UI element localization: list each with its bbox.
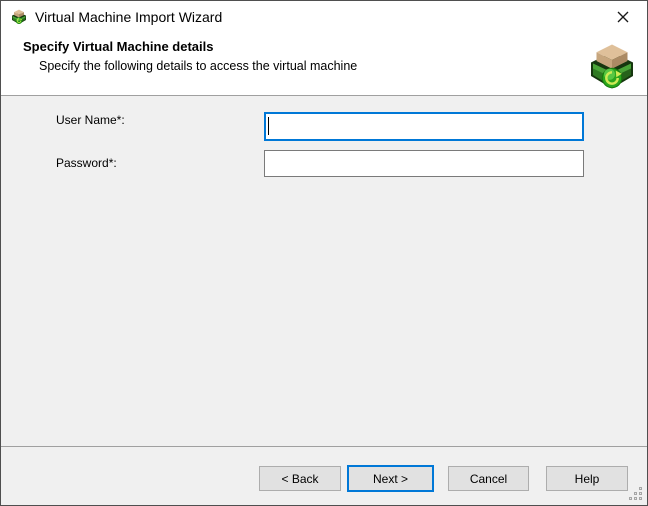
title-bar: Virtual Machine Import Wizard <box>1 1 647 32</box>
cancel-button[interactable]: Cancel <box>448 466 529 491</box>
text-caret <box>268 117 269 135</box>
next-button[interactable]: Next > <box>347 465 434 492</box>
password-input[interactable] <box>264 150 584 177</box>
page-title: Specify Virtual Machine details <box>23 39 214 54</box>
username-label: User Name*: <box>56 113 125 127</box>
back-button[interactable]: < Back <box>259 466 341 491</box>
username-input[interactable] <box>264 112 584 141</box>
help-button[interactable]: Help <box>546 466 628 491</box>
close-button[interactable] <box>600 2 646 32</box>
window-title: Virtual Machine Import Wizard <box>35 9 222 25</box>
page-subtitle: Specify the following details to access … <box>39 59 357 73</box>
wizard-content: User Name*: Password*: <box>1 96 647 446</box>
wizard-header: Specify Virtual Machine details Specify … <box>1 32 647 95</box>
button-bar: < Back Next > Cancel Help <box>1 447 647 505</box>
app-icon <box>11 9 27 25</box>
vm-import-wizard-dialog: Virtual Machine Import Wizard Specify Vi… <box>0 0 648 506</box>
password-label: Password*: <box>56 156 117 170</box>
close-icon <box>617 11 629 23</box>
resize-grip-icon[interactable] <box>628 486 644 502</box>
vm-import-cube-icon <box>588 43 636 91</box>
